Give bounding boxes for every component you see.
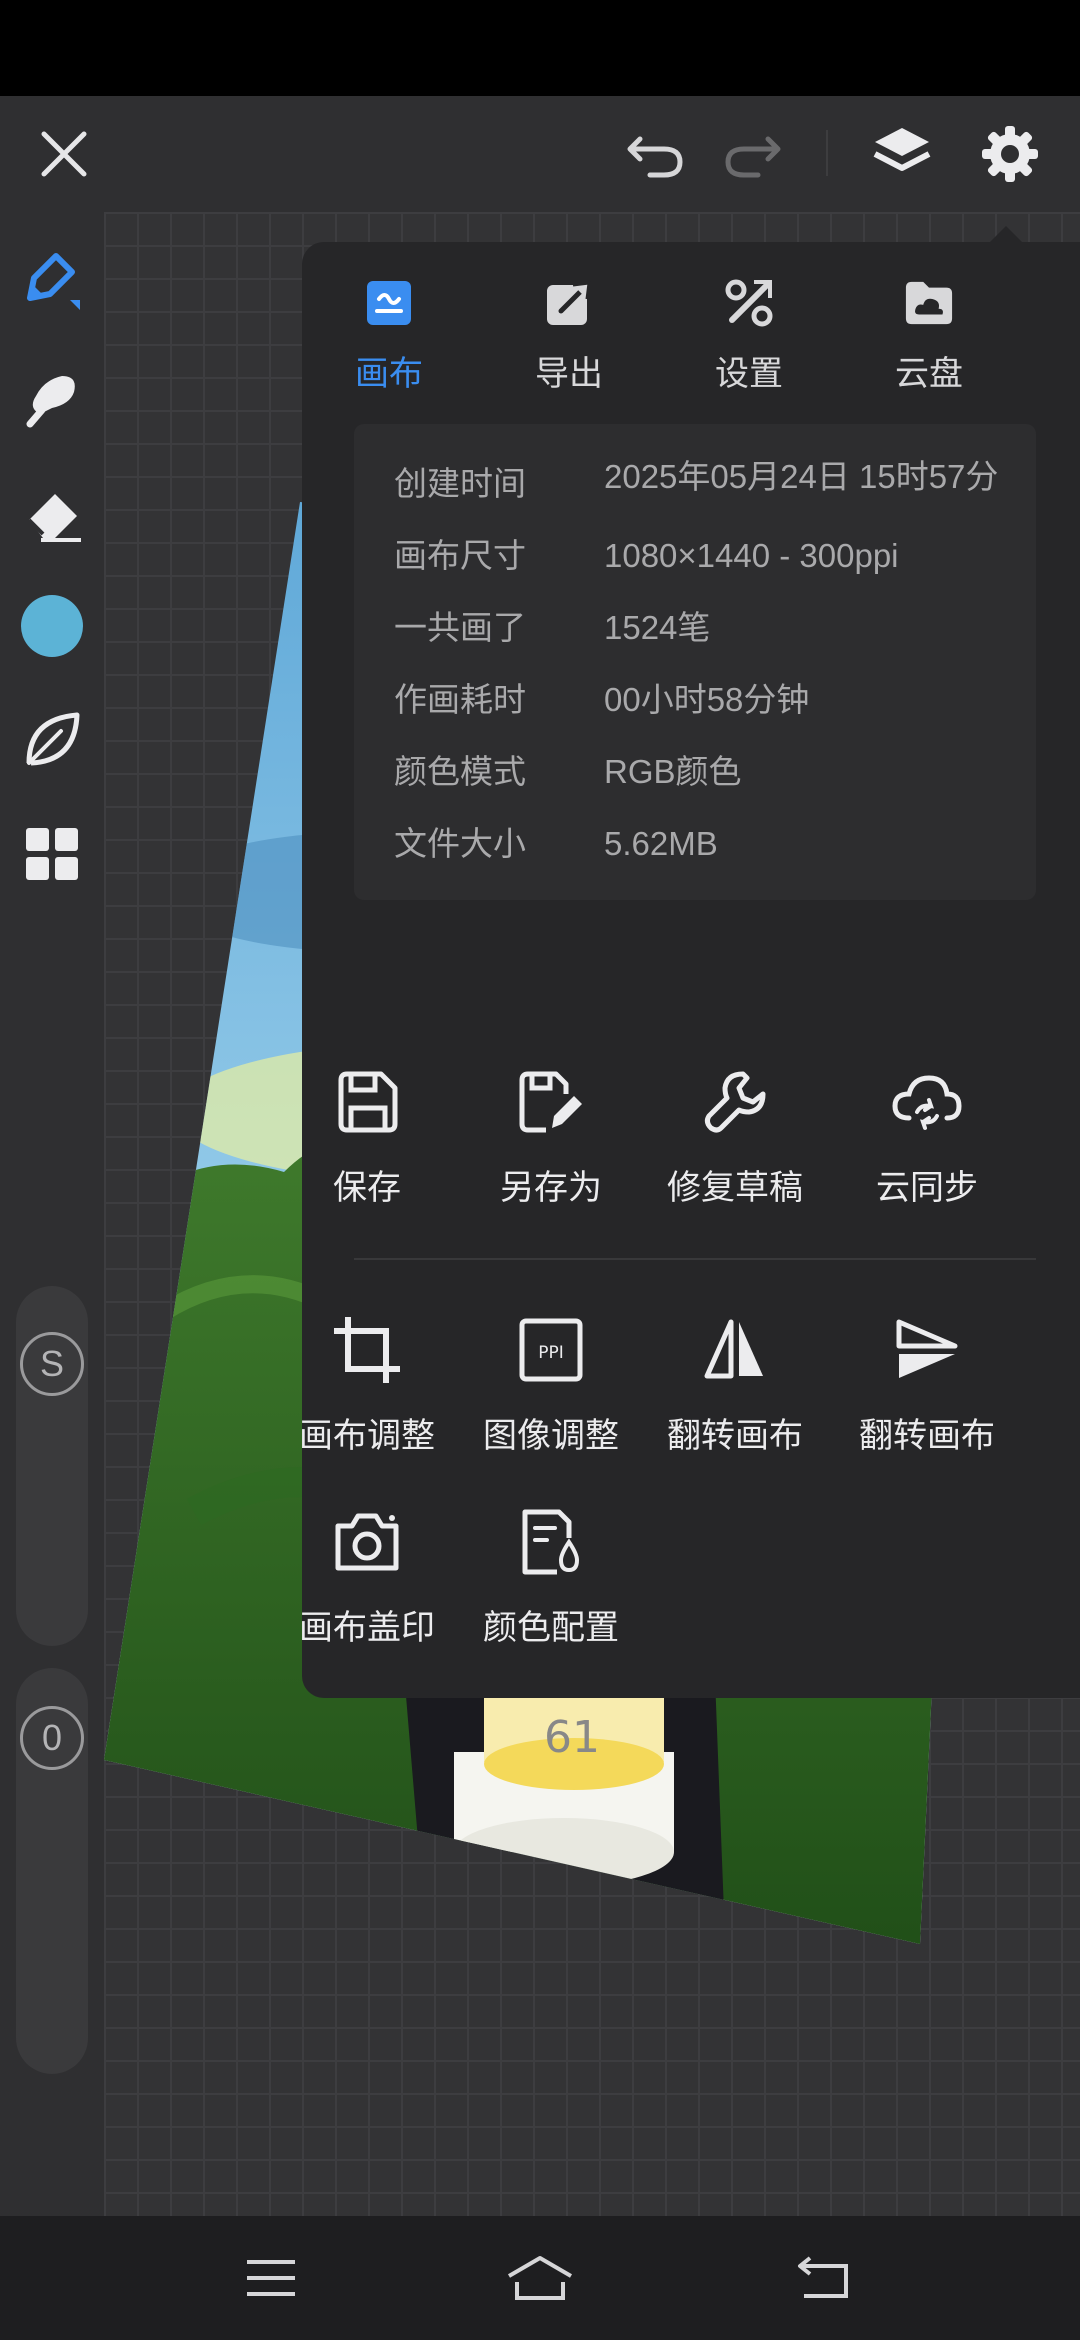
eraser-icon[interactable] — [12, 474, 92, 554]
wrench-icon — [697, 1064, 773, 1140]
tab-settings-label: 设置 — [715, 354, 783, 394]
size-slider-label: S — [39, 1343, 64, 1384]
canvas-stamp-label: 画布盖印 — [299, 1608, 435, 1648]
canvas-info-panel: 创建时间 2025年05月24日 15时57分 画布尺寸 1080×1440 -… — [354, 424, 1036, 900]
flip-horizontal-icon — [697, 1312, 773, 1388]
flip-vertical-icon — [889, 1312, 965, 1388]
image-adjust-button[interactable]: PPI 图像调整 — [456, 1312, 646, 1462]
opacity-slider-knob[interactable]: 0 — [20, 1706, 84, 1770]
layers-icon[interactable] — [864, 116, 940, 192]
top-toolbar — [0, 96, 1080, 212]
brush-size-slider[interactable]: S — [16, 1286, 88, 1646]
image-adjust-label: 图像调整 — [483, 1416, 619, 1456]
save-label: 保存 — [333, 1168, 401, 1208]
flip-vertical-button[interactable]: 翻转画布 — [832, 1312, 1022, 1462]
canvas-settings-popup: 画布 导出 设置 云盘 创建时间 2025年05月24日 15时57分 画布尺寸… — [299, 242, 1080, 1698]
info-row-strokes: 一共画了 1524笔 — [394, 598, 1024, 658]
leaf-icon[interactable] — [12, 700, 92, 780]
canvas-icon — [364, 278, 414, 328]
back-icon[interactable] — [784, 2238, 864, 2318]
opacity-slider-label: 0 — [41, 1717, 63, 1758]
close-icon[interactable] — [26, 116, 102, 192]
camera-icon — [329, 1504, 405, 1580]
brush-pen-icon[interactable] — [12, 240, 92, 320]
tab-export-label: 导出 — [535, 354, 603, 394]
info-key: 创建时间 — [394, 464, 526, 503]
drawing-app: 61 S 0 画布 导出 设置 云盘 创建时间 2025年05月24日 15时5… — [0, 96, 1080, 2216]
info-key: 颜色模式 — [394, 752, 526, 791]
color-profile-icon — [513, 1504, 589, 1580]
repair-draft-label: 修复草稿 — [667, 1168, 803, 1208]
color-config-button[interactable]: 颜色配置 — [456, 1504, 646, 1654]
undo-icon[interactable] — [618, 116, 694, 192]
info-row-size: 画布尺寸 1080×1440 - 300ppi — [394, 526, 1024, 586]
brush-opacity-slider[interactable]: 0 — [16, 1668, 88, 2074]
smudge-icon[interactable] — [12, 358, 92, 438]
flip-horizontal-label: 翻转画布 — [667, 1416, 803, 1456]
home-icon[interactable] — [500, 2238, 580, 2318]
cloud-folder-icon — [904, 278, 954, 328]
crop-icon — [329, 1312, 405, 1388]
toolbar-divider — [826, 130, 828, 176]
left-toolbar: S 0 — [0, 212, 104, 2216]
info-row-created: 创建时间 2025年05月24日 15时57分 — [394, 454, 1024, 514]
grid-icon[interactable] — [12, 814, 92, 894]
svg-text:PPI: PPI — [538, 1343, 564, 1363]
tools-icon — [724, 278, 774, 328]
info-value: 1524笔 — [604, 609, 711, 646]
info-value: 1080×1440 - 300ppi — [604, 537, 899, 574]
export-icon — [544, 278, 594, 328]
cloud-sync-icon — [889, 1064, 965, 1140]
info-key: 画布尺寸 — [394, 536, 526, 575]
canvas-stamp-button[interactable]: 画布盖印 — [272, 1504, 462, 1654]
save-as-button[interactable]: 另存为 — [456, 1064, 646, 1214]
save-button[interactable]: 保存 — [272, 1064, 462, 1214]
ppi-icon: PPI — [513, 1312, 589, 1388]
save-icon — [329, 1064, 405, 1140]
system-nav-bar — [0, 2216, 1080, 2340]
info-key: 一共画了 — [394, 608, 526, 647]
size-slider-knob[interactable]: S — [20, 1332, 84, 1396]
cloud-sync-label: 云同步 — [876, 1168, 978, 1208]
menu-icon[interactable] — [231, 2238, 311, 2318]
tab-cloud-label: 云盘 — [895, 354, 963, 394]
svg-text:61: 61 — [544, 1712, 600, 1763]
flip-vertical-label: 翻转画布 — [859, 1416, 995, 1456]
status-bar — [0, 0, 1080, 96]
tab-export[interactable]: 导出 — [484, 278, 654, 418]
canvas-adjust-button[interactable]: 画布调整 — [272, 1312, 462, 1462]
tab-cloud[interactable]: 云盘 — [844, 278, 1014, 418]
info-row-duration: 作画耗时 00小时58分钟 — [394, 670, 1024, 730]
info-key: 作画耗时 — [394, 680, 526, 719]
repair-draft-button[interactable]: 修复草稿 — [640, 1064, 830, 1214]
color-config-label: 颜色配置 — [483, 1608, 619, 1648]
tab-settings[interactable]: 设置 — [664, 278, 834, 418]
info-value: 5.62MB — [604, 825, 718, 862]
info-value: 00小时58分钟 — [604, 681, 810, 718]
tab-canvas[interactable]: 画布 — [304, 278, 474, 418]
info-row-color-mode: 颜色模式 RGB颜色 — [394, 742, 1024, 802]
flip-horizontal-button[interactable]: 翻转画布 — [640, 1312, 830, 1462]
popup-divider — [354, 1258, 1036, 1260]
canvas-adjust-label: 画布调整 — [299, 1416, 435, 1456]
gear-icon[interactable] — [972, 116, 1048, 192]
cloud-sync-button[interactable]: 云同步 — [832, 1064, 1022, 1214]
info-row-file-size: 文件大小 5.62MB — [394, 814, 1024, 874]
save-as-icon — [513, 1064, 589, 1140]
info-key: 文件大小 — [394, 824, 526, 863]
info-value: RGB颜色 — [604, 753, 742, 790]
redo-icon[interactable] — [714, 116, 790, 192]
tab-canvas-label: 画布 — [355, 354, 423, 394]
save-as-label: 另存为 — [500, 1168, 602, 1208]
info-value: 2025年05月24日 15时57分 — [604, 458, 999, 495]
color-swatch[interactable] — [12, 586, 92, 666]
